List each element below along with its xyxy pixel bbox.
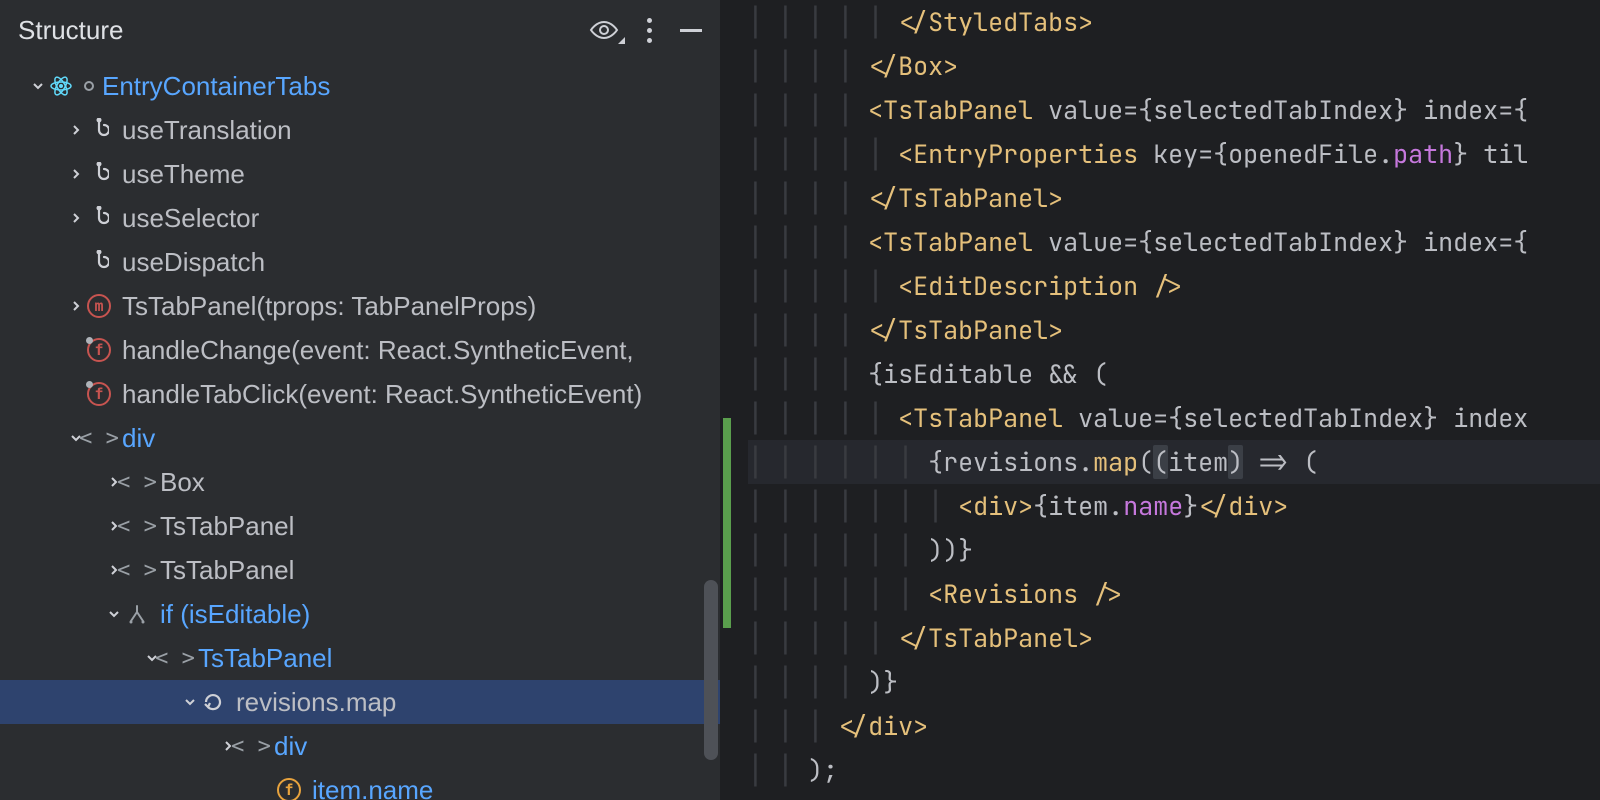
code-area[interactable]: │ │ │ │ │ </StyledTabs>│ │ │ │ </Box>│ │… xyxy=(720,0,1600,792)
app-root: Structure EntryContainerTabs useTranslati… xyxy=(0,0,1600,800)
tree-item-label: useTheme xyxy=(122,159,245,190)
code-line[interactable]: │ │ │ │ </TsTabPanel> xyxy=(748,176,1600,220)
expand-arrow-icon[interactable] xyxy=(66,123,86,137)
code-line[interactable]: │ │ │ │ {isEditable && ( xyxy=(748,352,1600,396)
change-marker xyxy=(723,418,731,628)
code-line[interactable]: │ │ │ │ │ │ <Revisions /> xyxy=(748,572,1600,616)
code-line[interactable]: │ │ │ │ │ <EditDescription /> xyxy=(748,264,1600,308)
expand-arrow-icon[interactable] xyxy=(180,695,200,709)
code-line[interactable]: │ │ │ │ │ </StyledTabs> xyxy=(748,0,1600,44)
structure-tree[interactable]: EntryContainerTabs useTranslation useTheme… xyxy=(0,60,720,800)
tree-item[interactable]: < >div xyxy=(0,416,720,460)
tree-item-label: TsTabPanel(tprops: TabPanelProps) xyxy=(122,291,536,322)
code-line[interactable]: │ │ │ │ │ │ │ <div>{item.name}</div> xyxy=(748,484,1600,528)
tree-item-label: useDispatch xyxy=(122,247,265,278)
tree-item-label: handleTabClick(event: React.SyntheticEve… xyxy=(122,379,642,410)
tree-item[interactable]: < >TsTabPanel xyxy=(0,636,720,680)
tree-item-label: item.name xyxy=(312,775,433,800)
tree-item[interactable]: useDispatch xyxy=(0,240,720,284)
code-line[interactable]: │ │ │ │ │ │ {revisions.map((item) => ( xyxy=(748,440,1600,484)
tree-item[interactable]: < >TsTabPanel xyxy=(0,548,720,592)
code-line[interactable]: │ │ │ │ <TsTabPanel value={selectedTabIn… xyxy=(748,88,1600,132)
tree-item-label: TsTabPanel xyxy=(160,511,294,542)
structure-header: Structure xyxy=(0,0,720,60)
tree-item[interactable]: revisions.map xyxy=(0,680,720,724)
code-line[interactable]: │ │ │ │ </Box> xyxy=(748,44,1600,88)
tree-item[interactable]: < >TsTabPanel xyxy=(0,504,720,548)
code-line[interactable]: │ │ ); xyxy=(748,748,1600,792)
tree-item-label: TsTabPanel xyxy=(160,555,294,586)
expand-arrow-icon[interactable] xyxy=(66,299,86,313)
code-line[interactable]: │ │ │ │ <TsTabPanel value={selectedTabIn… xyxy=(748,220,1600,264)
tree-item-label: EntryContainerTabs xyxy=(102,71,330,102)
tree-item[interactable]: useTranslation xyxy=(0,108,720,152)
tree-item-label: useTranslation xyxy=(122,115,292,146)
expand-arrow-icon[interactable] xyxy=(66,167,86,181)
code-line[interactable]: │ │ │ │ │ <EntryProperties key={openedFi… xyxy=(748,132,1600,176)
tree-item[interactable]: fitem.name xyxy=(0,768,720,800)
editor-gutter xyxy=(720,0,744,800)
code-line[interactable]: │ │ │ │ │ <TsTabPanel value={selectedTab… xyxy=(748,396,1600,440)
tree-item-label: revisions.map xyxy=(236,687,396,718)
code-line[interactable]: │ │ │ │ │ </TsTabPanel> xyxy=(748,616,1600,660)
tree-item-label: useSelector xyxy=(122,203,259,234)
code-editor[interactable]: │ │ │ │ │ </StyledTabs>│ │ │ │ </Box>│ │… xyxy=(720,0,1600,800)
visibility-icon[interactable] xyxy=(589,20,619,40)
tree-item-label: Box xyxy=(160,467,205,498)
tree-item-label: TsTabPanel xyxy=(198,643,332,674)
structure-actions xyxy=(589,18,702,43)
expand-arrow-icon[interactable] xyxy=(66,211,86,225)
structure-panel: Structure EntryContainerTabs useTranslati… xyxy=(0,0,720,800)
tree-item[interactable]: < >Box xyxy=(0,460,720,504)
code-line[interactable]: │ │ │ │ │ │ ))} xyxy=(748,528,1600,572)
minimize-icon[interactable] xyxy=(680,29,702,32)
tree-item[interactable]: useTheme xyxy=(0,152,720,196)
tree-item-label: div xyxy=(274,731,307,762)
tree-item[interactable]: EntryContainerTabs xyxy=(0,64,720,108)
tree-item[interactable]: fhandleTabClick(event: React.SyntheticEv… xyxy=(0,372,720,416)
scrollbar-thumb[interactable] xyxy=(704,580,718,760)
code-line[interactable]: │ │ │ </div> xyxy=(748,704,1600,748)
expand-arrow-icon[interactable] xyxy=(104,607,124,621)
code-line[interactable]: │ │ │ │ )} xyxy=(748,660,1600,704)
tree-item[interactable]: < >div xyxy=(0,724,720,768)
more-options-icon[interactable] xyxy=(647,18,652,43)
tree-item[interactable]: mTsTabPanel(tprops: TabPanelProps) xyxy=(0,284,720,328)
tree-item-label: div xyxy=(122,423,155,454)
tree-item[interactable]: useSelector xyxy=(0,196,720,240)
tree-item-label: if (isEditable) xyxy=(160,599,310,630)
structure-title: Structure xyxy=(18,15,589,46)
tree-item-label: handleChange(event: React.SyntheticEvent… xyxy=(122,335,634,366)
code-line[interactable]: │ │ │ │ </TsTabPanel> xyxy=(748,308,1600,352)
tree-item[interactable]: if (isEditable) xyxy=(0,592,720,636)
open-indicator-icon xyxy=(84,81,94,91)
expand-arrow-icon[interactable] xyxy=(28,79,48,93)
tree-item[interactable]: fhandleChange(event: React.SyntheticEven… xyxy=(0,328,720,372)
